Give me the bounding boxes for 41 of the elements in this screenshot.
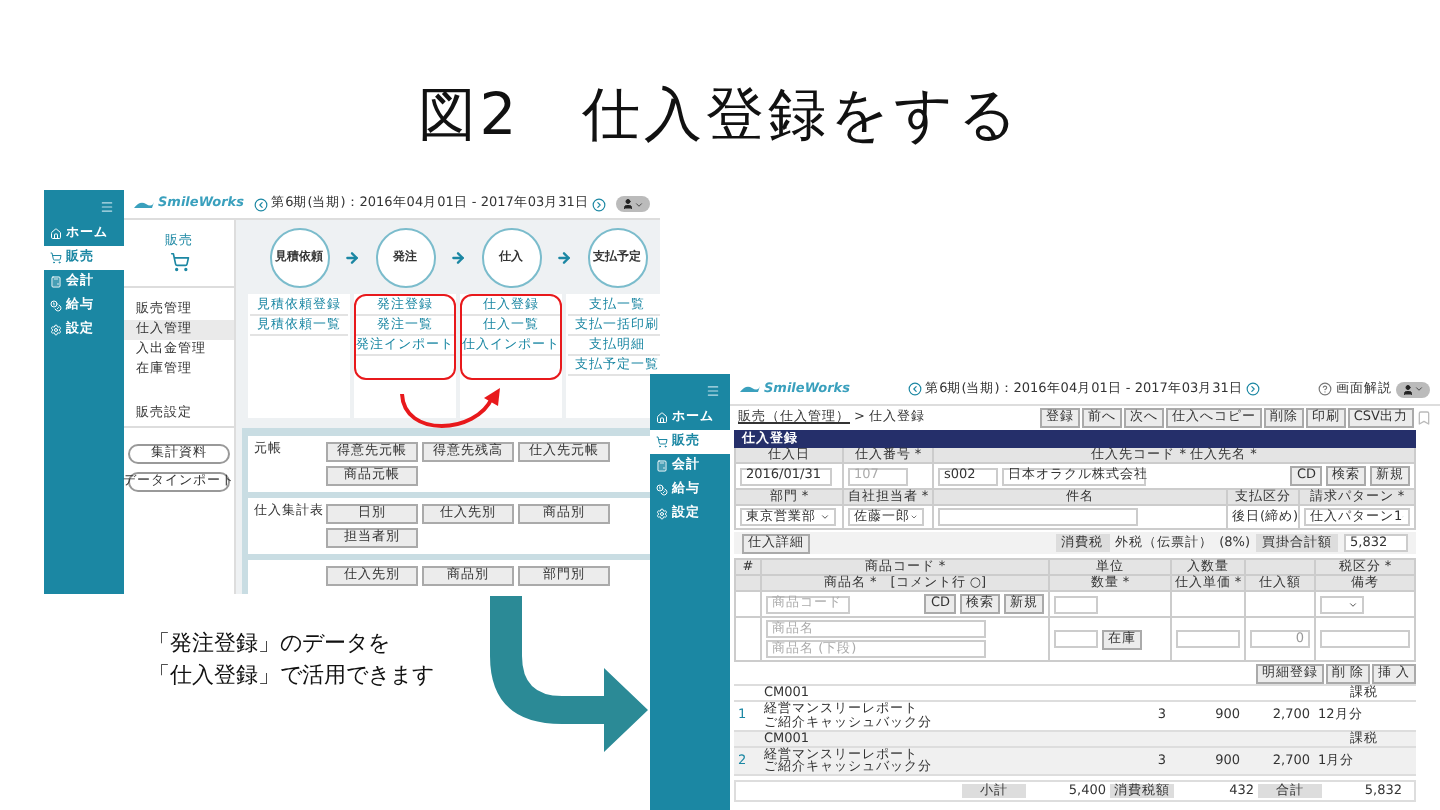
price-field[interactable]: [1176, 630, 1240, 648]
arrow-icon: [450, 250, 466, 266]
help-icon[interactable]: [1317, 382, 1332, 396]
subject-field[interactable]: [938, 508, 1138, 526]
cart-icon: [656, 436, 668, 448]
select-field[interactable]: [1320, 595, 1364, 613]
menu-icon[interactable]: [706, 383, 720, 397]
unit-field[interactable]: [1054, 595, 1098, 613]
coins-icon: [50, 300, 62, 312]
quantity-field[interactable]: [1054, 630, 1098, 648]
arrow-icon: [344, 250, 360, 266]
caret-icon: [633, 199, 644, 209]
logo-icon: [134, 199, 154, 209]
caption-text: 「発注登録」のデータを 「仕入登録」で活用できます: [148, 628, 434, 692]
caret-icon: [1413, 384, 1424, 394]
user-icon: [1401, 383, 1414, 395]
slide-title: 図2 仕入登録をする: [415, 78, 1025, 152]
curved-arrow: [400, 388, 500, 428]
cart-icon: [50, 252, 62, 264]
settings-icon: [656, 508, 668, 520]
user-menu-button[interactable]: [1395, 381, 1430, 397]
note-field[interactable]: [1320, 630, 1410, 648]
cart-icon: [169, 252, 189, 273]
right-chevron-icon[interactable]: [1246, 382, 1261, 396]
caret-icon: [820, 512, 830, 522]
calculator-icon: [656, 460, 668, 472]
menu-icon[interactable]: [100, 199, 114, 213]
user-icon: [621, 198, 634, 210]
calculator-icon: [50, 276, 62, 288]
left-chevron-icon[interactable]: [253, 197, 268, 211]
home-icon: [656, 412, 668, 424]
settings-icon: [50, 324, 62, 336]
home-icon: [50, 228, 62, 240]
arrow-icon: [556, 250, 572, 266]
logo-icon: [740, 384, 760, 394]
left-chevron-icon[interactable]: [907, 382, 922, 396]
right-chevron-icon[interactable]: [592, 197, 607, 211]
coins-icon: [656, 484, 668, 496]
bookmark-icon[interactable]: [1416, 410, 1432, 426]
caret-icon: [1348, 599, 1358, 609]
user-menu-button[interactable]: [615, 196, 650, 212]
